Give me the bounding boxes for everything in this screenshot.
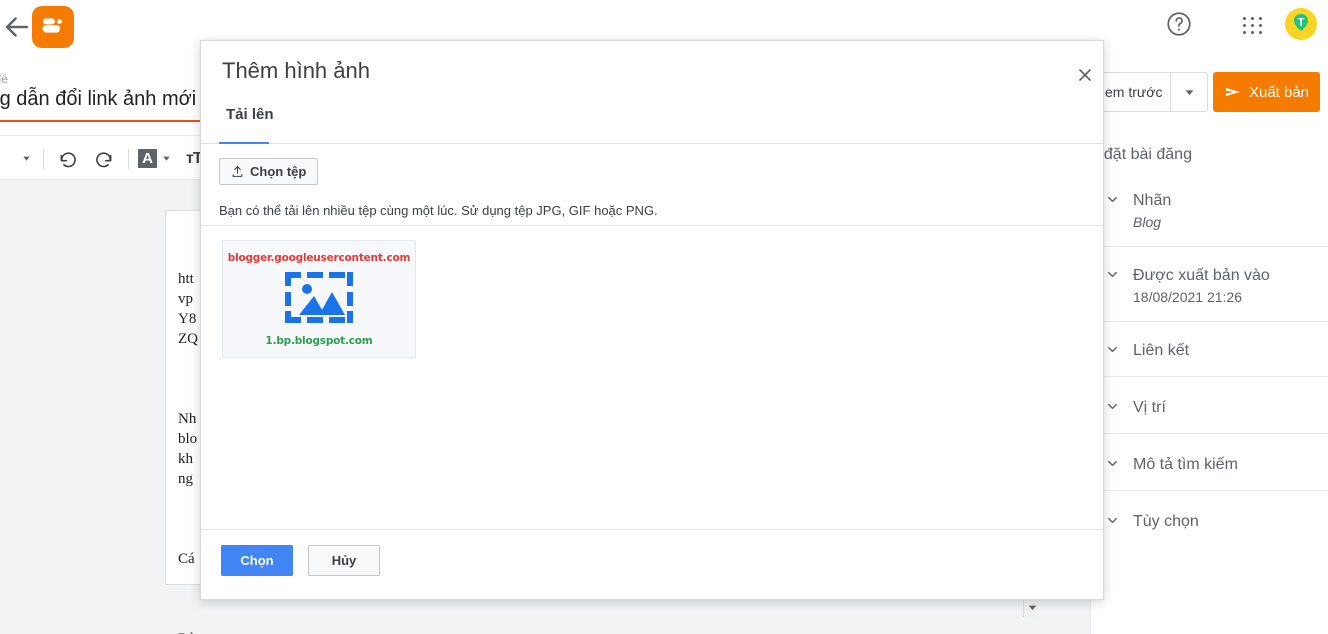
add-image-dialog: Thêm hình ảnh Tải lên Chọn tệp Bạn có th… bbox=[200, 40, 1104, 600]
upload-icon bbox=[232, 166, 243, 177]
sidebar-item-permalink[interactable]: Liên kết bbox=[1091, 326, 1328, 377]
image-placeholder-icon bbox=[283, 270, 355, 330]
blogger-post-editor: T u đề ướng dẫn đổi link ảnh mới b em tr… bbox=[0, 0, 1328, 634]
sidebar-item-label: Tùy chọn bbox=[1133, 513, 1199, 530]
cancel-button[interactable]: Hủy bbox=[308, 545, 380, 576]
sidebar-item-value: 18/08/2021 21:26 bbox=[1133, 289, 1242, 305]
preview-dropdown-button[interactable] bbox=[1170, 72, 1208, 112]
back-arrow-icon[interactable] bbox=[0, 10, 34, 44]
tab-upload[interactable]: Tải lên bbox=[222, 106, 278, 133]
format-dropdown-caret[interactable] bbox=[18, 144, 34, 174]
upload-controls: Chọn tệp Bạn có thể tải lên nhiều tệp cù… bbox=[201, 144, 1103, 226]
avatar[interactable]: T bbox=[1285, 8, 1317, 40]
post-title-input[interactable]: ướng dẫn đổi link ảnh mới b bbox=[0, 88, 213, 111]
sidebar-item-label: Được xuất bản vào bbox=[1133, 267, 1270, 284]
publish-button[interactable]: Xuất bản bbox=[1213, 72, 1320, 112]
thumbnail-top-label: blogger.googleusercontent.com bbox=[227, 251, 411, 264]
sidebar-item-published-on[interactable]: Được xuất bản vào 18/08/2021 21:26 bbox=[1091, 251, 1328, 322]
close-icon[interactable] bbox=[1071, 61, 1099, 89]
editor-paragraph: Đà bbox=[178, 629, 838, 634]
chevron-down-icon bbox=[1185, 89, 1193, 95]
sidebar-item-label: Mô tả tìm kiếm bbox=[1133, 456, 1238, 473]
thumbnail-bottom-label: 1.bp.blogspot.com bbox=[265, 334, 373, 347]
toolbar-divider-2 bbox=[128, 148, 129, 169]
upload-hint-text: Bạn có thể tải lên nhiều tệp cùng một lú… bbox=[219, 203, 658, 218]
sidebar-item-options[interactable]: Tùy chọn bbox=[1091, 497, 1328, 547]
confirm-select-button[interactable]: Chọn bbox=[221, 545, 293, 576]
post-settings-sidebar: ài đặt bài đăng Nhãn Blog Được xuất bản … bbox=[1087, 136, 1328, 634]
sidebar-item-value: Blog bbox=[1133, 214, 1162, 230]
post-title-underline bbox=[0, 120, 200, 122]
send-icon bbox=[1225, 87, 1240, 97]
caret-down-icon[interactable] bbox=[1024, 599, 1040, 615]
blogger-logo-icon[interactable] bbox=[32, 6, 74, 48]
sidebar-item-label: Vị trí bbox=[1133, 399, 1166, 416]
uploaded-images-grid: blogger.googleusercontent.com 1.bp.blogs… bbox=[201, 226, 1103, 526]
sidebar-item-label: Liên kết bbox=[1133, 342, 1190, 359]
sidebar-item-location[interactable]: Vị trí bbox=[1091, 383, 1328, 434]
chevron-down-icon bbox=[163, 156, 170, 161]
sidebar-item-label: Nhãn bbox=[1133, 192, 1172, 209]
toolbar-divider bbox=[43, 148, 44, 169]
undo-button[interactable] bbox=[53, 144, 83, 174]
dialog-footer: Chọn Hủy bbox=[201, 529, 1103, 599]
choose-file-label: Chọn tệp bbox=[250, 164, 307, 179]
redo-button[interactable] bbox=[89, 144, 119, 174]
sidebar-item-labels[interactable]: Nhãn Blog bbox=[1091, 176, 1328, 247]
undo-icon bbox=[60, 151, 76, 167]
text-color-icon: A bbox=[138, 149, 157, 168]
svg-text:T: T bbox=[1298, 17, 1305, 29]
choose-file-button[interactable]: Chọn tệp bbox=[219, 158, 319, 185]
preview-button[interactable]: em trước bbox=[1092, 72, 1175, 112]
sidebar-item-search-description[interactable]: Mô tả tìm kiếm bbox=[1091, 440, 1328, 491]
post-title-label: u đề bbox=[0, 72, 9, 86]
help-circle-icon[interactable] bbox=[1165, 10, 1193, 38]
image-thumbnail[interactable]: blogger.googleusercontent.com 1.bp.blogs… bbox=[222, 240, 416, 358]
dialog-title: Thêm hình ảnh bbox=[222, 58, 370, 83]
apps-grid-icon[interactable] bbox=[1240, 12, 1266, 38]
text-color-button[interactable]: A bbox=[138, 144, 172, 174]
dialog-header: Thêm hình ảnh Tải lên bbox=[201, 41, 1103, 145]
redo-icon bbox=[96, 151, 112, 167]
publish-button-label: Xuất bản bbox=[1248, 83, 1310, 101]
